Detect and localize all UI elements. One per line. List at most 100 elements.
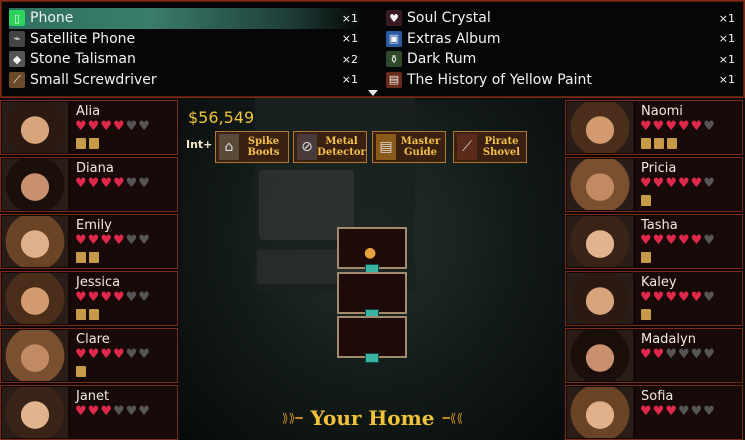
inventory-item[interactable]: ▣ Extras Album ×1: [386, 29, 739, 50]
scroll-item-icon: [667, 138, 677, 149]
rum-bottle-icon: ⚱: [386, 51, 402, 68]
inventory-item-quantity: ×1: [718, 32, 735, 46]
heart-icon: ♥: [677, 290, 690, 305]
flourish-right-icon: ━⟪⟪: [442, 411, 464, 425]
heart-icon: ♥: [652, 176, 665, 191]
character-card[interactable]: Emily ♥ ♥ ♥ ♥ ♥ ♥: [0, 214, 178, 269]
heart-icon: ♥: [703, 176, 715, 191]
character-info: Tasha ♥ ♥ ♥ ♥ ♥ ♥: [636, 216, 742, 267]
heart-icon: ♥: [690, 404, 703, 419]
boots-icon: ⌂: [219, 134, 239, 160]
map-location[interactable]: [337, 316, 407, 358]
character-name: Emily: [76, 218, 112, 233]
inventory-item-name: Small Screwdriver: [30, 71, 157, 88]
character-card[interactable]: Tasha ♥ ♥ ♥ ♥ ♥ ♥: [565, 214, 743, 269]
heart-icon: ♥: [138, 404, 150, 419]
affection-hearts: ♥ ♥ ♥ ♥ ♥ ♥: [75, 177, 150, 191]
heart-icon: ♥: [652, 347, 665, 362]
tool-item[interactable]: ⊘ Metal Detector: [293, 131, 367, 163]
heart-icon: ♥: [690, 347, 703, 362]
character-portrait: [567, 387, 633, 438]
character-panel-left: Alia ♥ ♥ ♥ ♥ ♥ ♥ Diana ♥ ♥ ♥ ♥ ♥ ♥ Emily ♥ ♥ ♥ ♥ ♥ ♥ Jessica ♥…: [0, 100, 178, 440]
heart-icon: ♥: [87, 119, 100, 134]
inventory-item[interactable]: ♥ Soul Crystal ×1: [386, 8, 739, 29]
character-name: Clare: [76, 332, 110, 347]
character-card[interactable]: Diana ♥ ♥ ♥ ♥ ♥ ♥: [0, 157, 178, 212]
heart-icon: ♥: [100, 233, 112, 248]
tool-item[interactable]: ⌂ Spike Boots: [215, 131, 289, 163]
heart-icon: ♥: [138, 347, 150, 362]
heart-icon: ♥: [677, 404, 690, 419]
heart-icon: ♥: [690, 176, 703, 191]
character-portrait: [2, 387, 68, 438]
heart-icon: ♥: [87, 404, 100, 419]
affection-hearts: ♥ ♥ ♥ ♥ ♥ ♥: [640, 348, 715, 362]
satellite-phone-icon: ⌁: [9, 30, 25, 47]
scroll-item-icon: [89, 138, 99, 149]
character-card[interactable]: Naomi ♥ ♥ ♥ ♥ ♥ ♥: [565, 100, 743, 155]
inventory-item-quantity: ×1: [341, 32, 358, 46]
character-items: [76, 366, 86, 377]
inventory-item-name: Extras Album: [407, 30, 501, 47]
character-card[interactable]: Alia ♥ ♥ ♥ ♥ ♥ ♥: [0, 100, 178, 155]
tool-label: Metal Detector: [317, 136, 366, 158]
inventory-item[interactable]: ▤ The History of Yellow Paint ×1: [386, 70, 739, 91]
character-card[interactable]: Jessica ♥ ♥ ♥ ♥ ♥ ♥: [0, 271, 178, 326]
shovel-icon: ⟋: [457, 134, 477, 160]
heart-icon: ♥: [75, 233, 87, 248]
heart-icon: ♥: [100, 404, 112, 419]
tool-label: Spike Boots: [247, 136, 280, 158]
affection-hearts: ♥ ♥ ♥ ♥ ♥ ♥: [75, 348, 150, 362]
heart-icon: ♥: [100, 290, 112, 305]
inventory-column-right: ♥ Soul Crystal ×1 ▣ Extras Album ×1 ⚱ Dark Rum ×…: [386, 8, 739, 90]
inventory-expand-arrow-icon[interactable]: [368, 90, 378, 96]
affection-hearts: ♥ ♥ ♥ ♥ ♥ ♥: [640, 120, 715, 134]
character-card[interactable]: Kaley ♥ ♥ ♥ ♥ ♥ ♥: [565, 271, 743, 326]
inventory-item-name: Soul Crystal: [407, 10, 491, 27]
metal-detector-icon: ⊘: [297, 134, 317, 160]
heart-icon: ♥: [703, 290, 715, 305]
affection-hearts: ♥ ♥ ♥ ♥ ♥ ♥: [640, 177, 715, 191]
inventory-item-quantity: ×2: [341, 52, 358, 66]
heart-icon: ♥: [75, 290, 87, 305]
character-info: Janet ♥ ♥ ♥ ♥ ♥ ♥: [71, 387, 177, 438]
character-portrait: [567, 330, 633, 381]
character-card[interactable]: Madalyn ♥ ♥ ♥ ♥ ♥ ♥: [565, 328, 743, 383]
affection-hearts: ♥ ♥ ♥ ♥ ♥ ♥: [75, 234, 150, 248]
affection-hearts: ♥ ♥ ♥ ♥ ♥ ♥: [75, 291, 150, 305]
heart-icon: ♥: [75, 176, 87, 191]
map-location[interactable]: [337, 272, 407, 314]
heart-icon: ♥: [677, 119, 690, 134]
character-card[interactable]: Sofia ♥ ♥ ♥ ♥ ♥ ♥: [565, 385, 743, 440]
inventory-item[interactable]: ▯ Phone ×1: [9, 8, 362, 29]
heart-icon: ♥: [125, 404, 138, 419]
heart-icon: ♥: [112, 176, 125, 191]
scroll-item-icon: [641, 309, 651, 320]
inventory-item[interactable]: ⚱ Dark Rum ×1: [386, 49, 739, 70]
inventory-column-left: ▯ Phone ×1 ⌁ Satellite Phone ×1 ◆ Stone Talisma…: [9, 8, 362, 90]
character-card[interactable]: Pricia ♥ ♥ ♥ ♥ ♥ ♥: [565, 157, 743, 212]
scroll-item-icon: [76, 138, 86, 149]
character-card[interactable]: Janet ♥ ♥ ♥ ♥ ♥ ♥: [0, 385, 178, 440]
character-portrait: [567, 102, 633, 153]
guide-book-icon: ▤: [376, 134, 396, 160]
affection-hearts: ♥ ♥ ♥ ♥ ♥ ♥: [640, 405, 715, 419]
character-card[interactable]: Clare ♥ ♥ ♥ ♥ ♥ ♥: [0, 328, 178, 383]
character-info: Clare ♥ ♥ ♥ ♥ ♥ ♥: [71, 330, 177, 381]
character-name: Sofia: [641, 389, 674, 404]
inventory-item[interactable]: ⟋ Small Screwdriver ×1: [9, 70, 362, 91]
location-pin-icon: ●: [364, 245, 377, 261]
heart-icon: ♥: [652, 119, 665, 134]
character-name: Alia: [76, 104, 101, 119]
inventory-item-name: Phone: [30, 10, 74, 27]
tool-item[interactable]: ⟋ Pirate Shovel: [453, 131, 527, 163]
inventory-item[interactable]: ⌁ Satellite Phone ×1: [9, 29, 362, 50]
inventory-item-name: Stone Talisman: [30, 51, 136, 68]
tool-item[interactable]: ▤ Master Guide: [372, 131, 446, 163]
heart-icon: ♥: [703, 119, 715, 134]
inventory-item[interactable]: ◆ Stone Talisman ×2: [9, 49, 362, 70]
heart-icon: ♥: [125, 176, 138, 191]
heart-icon: ♥: [87, 290, 100, 305]
stone-talisman-icon: ◆: [9, 51, 25, 68]
heart-icon: ♥: [665, 176, 677, 191]
